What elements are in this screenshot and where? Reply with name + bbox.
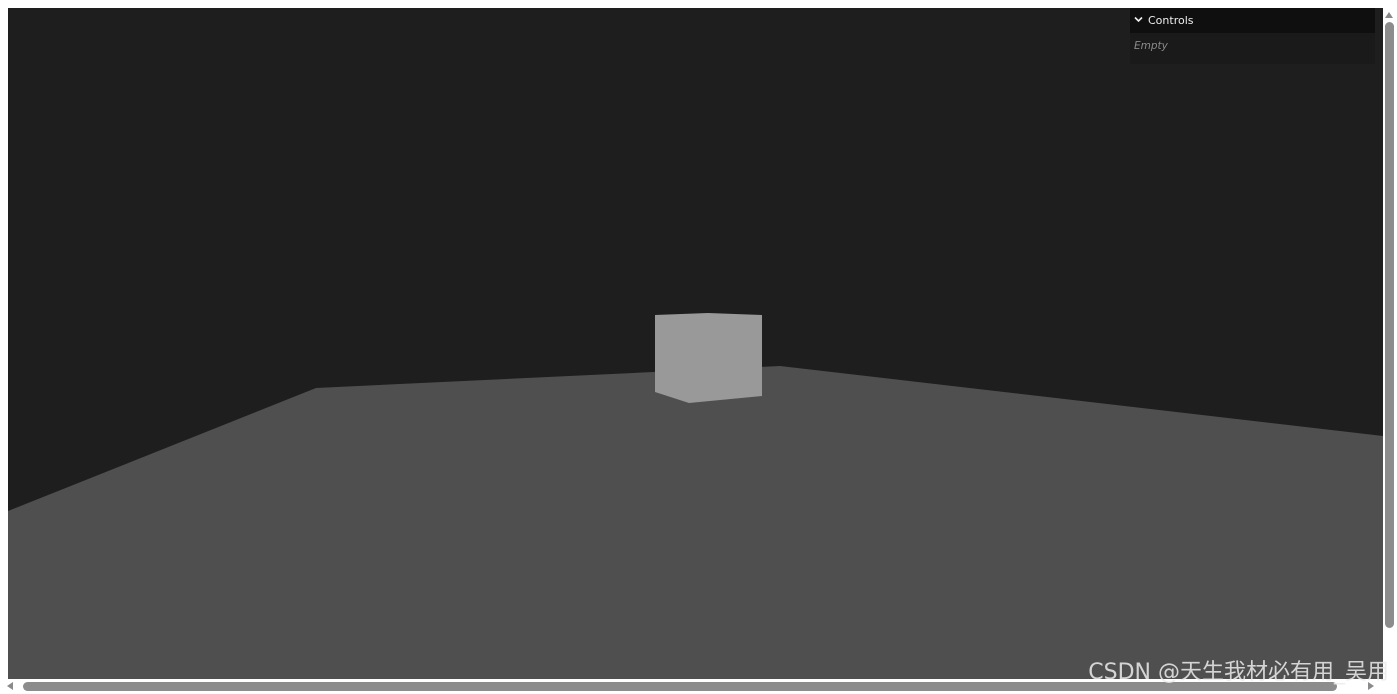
chevron-down-icon	[1132, 8, 1148, 33]
lil-gui-panel: Controls Empty	[1130, 8, 1375, 64]
watermark-text: CSDN @天生我材必有用_吴用	[1088, 660, 1389, 685]
gui-empty-label: Empty	[1134, 40, 1168, 52]
browser-frame: Controls Empty CSDN @天生我材必有用_吴用	[0, 0, 1397, 694]
gui-title: Controls	[1148, 14, 1194, 27]
three-scene[interactable]	[8, 8, 1383, 679]
scroll-left-icon[interactable]	[7, 682, 13, 690]
vertical-scroll-thumb[interactable]	[1385, 22, 1394, 628]
webgl-viewport[interactable]: Controls Empty	[8, 8, 1383, 679]
cube-front-face	[655, 313, 762, 403]
scroll-up-icon[interactable]	[1385, 12, 1393, 18]
gui-title-bar[interactable]: Controls	[1130, 8, 1375, 33]
